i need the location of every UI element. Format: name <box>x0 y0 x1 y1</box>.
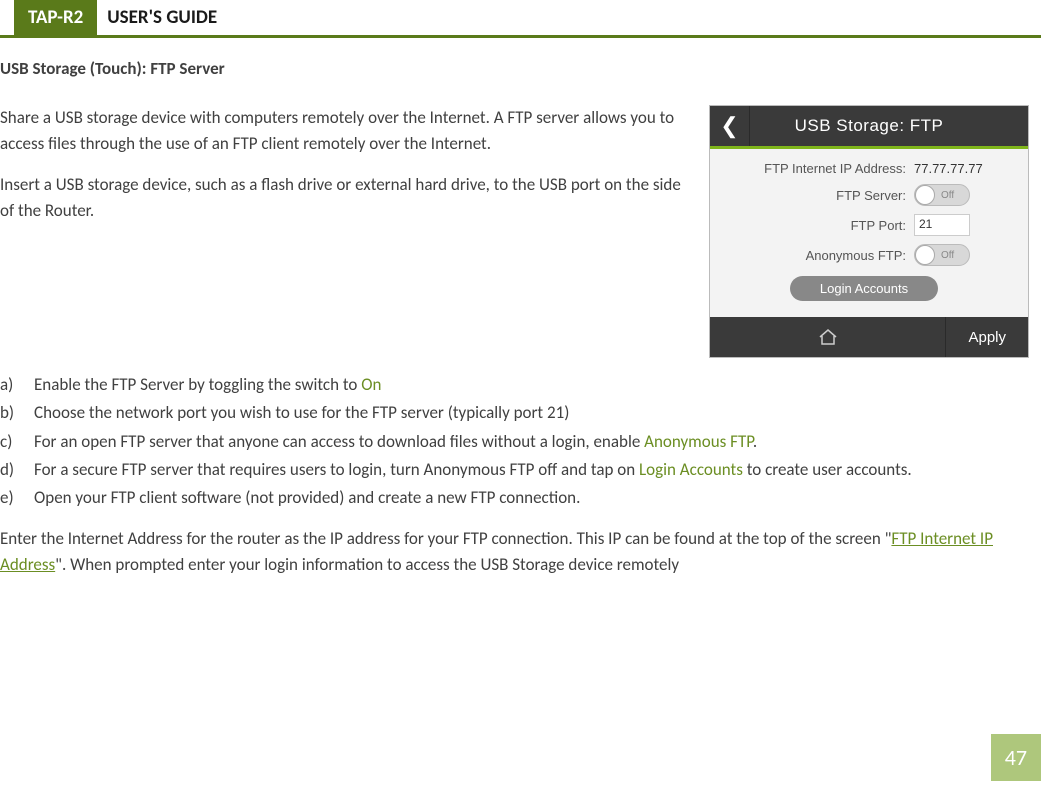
anonymous-ftp-toggle[interactable]: Off <box>914 244 970 266</box>
step-body: Choose the network port you wish to use … <box>34 400 1029 426</box>
home-icon[interactable] <box>710 328 945 346</box>
highlight-on: On <box>361 374 381 395</box>
anonymous-ftp-label: Anonymous FTP: <box>714 248 914 263</box>
step-d: d) For a secure FTP server that requires… <box>0 457 1029 483</box>
step-c: c) For an open FTP server that anyone ca… <box>0 429 1029 455</box>
step-body: Open your FTP client software (not provi… <box>34 485 1029 511</box>
step-label: a) <box>0 372 34 398</box>
guide-title: USER'S GUIDE <box>97 0 227 35</box>
login-accounts-button[interactable]: Login Accounts <box>790 276 938 301</box>
closing-paragraph: Enter the Internet Address for the route… <box>0 526 1029 579</box>
intro-paragraph-2: Insert a USB storage device, such as a f… <box>0 172 690 225</box>
ftp-port-row: FTP Port: 21 <box>714 210 1014 240</box>
ftp-server-toggle[interactable]: Off <box>914 184 970 206</box>
step-label: b) <box>0 400 34 426</box>
ftp-ip-row: FTP Internet IP Address: 77.77.77.77 <box>714 157 1014 180</box>
step-body: For a secure FTP server that requires us… <box>34 457 1029 483</box>
highlight-login-accounts: Login Accounts <box>639 459 743 480</box>
ftp-ip-value: 77.77.77.77 <box>914 161 1014 176</box>
intro-paragraph-1: Share a USB storage device with computer… <box>0 105 690 158</box>
screenshot-body: FTP Internet IP Address: 77.77.77.77 FTP… <box>710 149 1028 317</box>
page-content: USB Storage (Touch): FTP Server ❮ USB St… <box>0 58 1041 578</box>
ftp-server-label: FTP Server: <box>714 188 914 203</box>
screenshot-header: ❮ USB Storage: FTP <box>710 106 1028 146</box>
step-a: a) Enable the FTP Server by toggling the… <box>0 372 1029 398</box>
ftp-server-row: FTP Server: Off <box>714 180 1014 210</box>
step-label: d) <box>0 457 34 483</box>
back-icon[interactable]: ❮ <box>710 106 750 146</box>
device-screenshot: ❮ USB Storage: FTP FTP Internet IP Addre… <box>709 105 1029 358</box>
toggle-knob-icon <box>915 245 935 265</box>
step-body: For an open FTP server that anyone can a… <box>34 429 1029 455</box>
screenshot-footer: Apply <box>710 317 1028 357</box>
step-body: Enable the FTP Server by toggling the sw… <box>34 372 1029 398</box>
ftp-ip-label: FTP Internet IP Address: <box>714 161 914 176</box>
screenshot-title: USB Storage: FTP <box>750 116 1028 136</box>
anonymous-ftp-row: Anonymous FTP: Off <box>714 240 1014 270</box>
page-number-badge: 47 <box>991 734 1041 781</box>
anonymous-ftp-toggle-text: Off <box>941 250 954 261</box>
apply-button[interactable]: Apply <box>945 317 1028 357</box>
ftp-port-label: FTP Port: <box>714 218 914 233</box>
section-heading: USB Storage (Touch): FTP Server <box>0 58 1029 79</box>
steps-list: a) Enable the FTP Server by toggling the… <box>0 372 1029 512</box>
step-e: e) Open your FTP client software (not pr… <box>0 485 1029 511</box>
step-b: b) Choose the network port you wish to u… <box>0 400 1029 426</box>
page-header: TAP-R2 USER'S GUIDE <box>0 0 1041 38</box>
step-label: e) <box>0 485 34 511</box>
ftp-server-toggle-text: Off <box>941 190 954 201</box>
ftp-port-input[interactable]: 21 <box>914 214 970 236</box>
highlight-anon-ftp: Anonymous FTP <box>644 431 753 452</box>
step-label: c) <box>0 429 34 455</box>
toggle-knob-icon <box>915 185 935 205</box>
product-badge: TAP-R2 <box>14 0 97 35</box>
